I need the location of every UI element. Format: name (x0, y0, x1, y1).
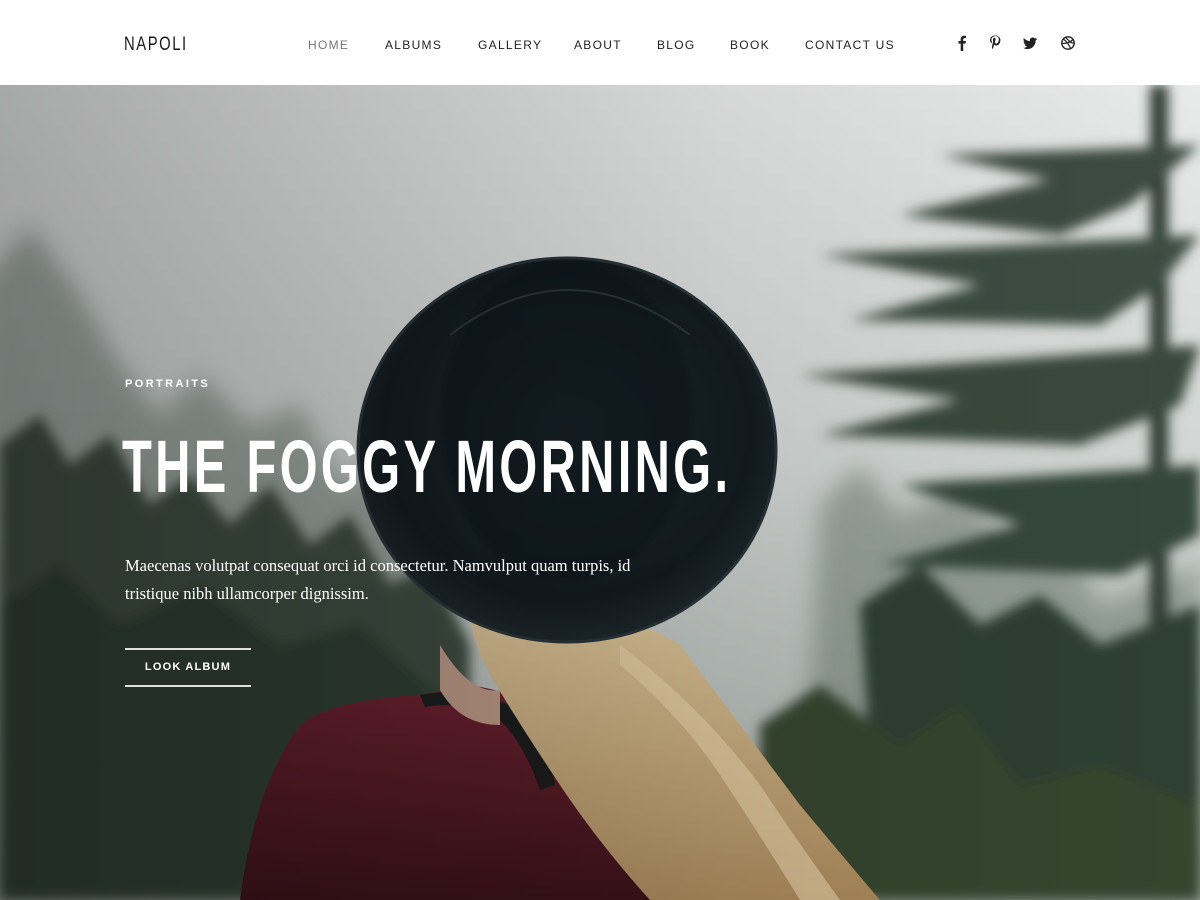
hero-description: Maecenas volutpat consequat orci id cons… (125, 556, 631, 603)
nav-item-about[interactable]: ABOUT (574, 38, 622, 52)
hero-category[interactable]: PORTRAITS (125, 378, 210, 390)
nav-item-home[interactable]: HOME (308, 38, 349, 52)
nav-item-blog[interactable]: BLOG (657, 38, 696, 52)
dribbble-icon[interactable] (1060, 34, 1076, 52)
pinterest-icon[interactable] (987, 34, 1003, 52)
nav-item-albums[interactable]: ALBUMS (385, 38, 442, 52)
nav-item-contact-us[interactable]: CONTACT US (805, 38, 895, 52)
facebook-icon[interactable] (954, 34, 970, 52)
site-header: NAPOLI HOME ALBUMS GALLERY ABOUT BLOG BO… (0, 0, 1200, 85)
hero-section: PORTRAITS THE FOGGY MORNING. Maecenas vo… (0, 85, 1200, 900)
look-album-button[interactable]: LOOK ALBUM (125, 648, 251, 687)
main-nav: HOME ALBUMS GALLERY ABOUT BLOG BOOK CONT… (0, 38, 1200, 54)
nav-item-book[interactable]: BOOK (730, 38, 770, 52)
twitter-icon[interactable] (1022, 34, 1038, 52)
hero-title: THE FOGGY MORNING. (122, 425, 732, 508)
nav-item-gallery[interactable]: GALLERY (478, 38, 542, 52)
